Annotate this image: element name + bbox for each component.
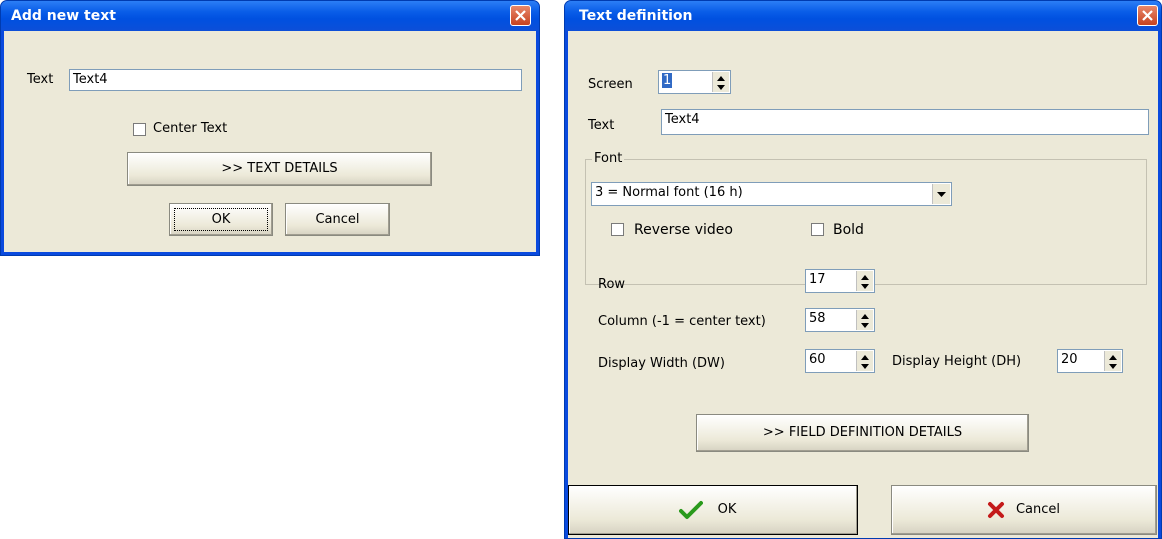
field-definition-details-label: >> FIELD DEFINITION DETAILS bbox=[762, 425, 963, 440]
ok-button[interactable]: OK bbox=[568, 485, 858, 535]
reverse-video-checkbox[interactable] bbox=[611, 223, 624, 236]
font-select-value: 3 = Normal font (16 h) bbox=[595, 185, 743, 200]
text-definition-title: Text definition bbox=[579, 8, 693, 24]
spinner-arrows-icon bbox=[717, 76, 725, 90]
add-text-dialog: Add new text Text Text4 Center Text >> T… bbox=[0, 0, 540, 256]
close-icon bbox=[515, 10, 526, 21]
font-group-label: Font bbox=[592, 151, 625, 166]
text-input[interactable]: Text4 bbox=[69, 69, 522, 91]
x-icon bbox=[988, 502, 1004, 518]
spinner-arrows-icon bbox=[861, 314, 869, 328]
display-width-spinner-arrows[interactable] bbox=[856, 351, 873, 371]
column-label: Column (-1 = center text) bbox=[598, 314, 766, 329]
screen-label: Screen bbox=[588, 77, 633, 92]
cancel-label: Cancel bbox=[1015, 502, 1061, 517]
display-width-value: 60 bbox=[809, 352, 826, 367]
text-label: Text bbox=[27, 72, 54, 87]
spinner-arrows-icon bbox=[861, 275, 869, 289]
text-definition-body: Screen 1 Text Text4 Font 3 = Normal font… bbox=[568, 31, 1158, 538]
check-icon bbox=[679, 501, 703, 519]
text-input[interactable]: Text4 bbox=[661, 109, 1149, 135]
add-text-close-button[interactable] bbox=[510, 5, 531, 26]
add-text-body: Text Text4 Center Text >> TEXT DETAILS O… bbox=[4, 31, 536, 252]
column-spinner-arrows[interactable] bbox=[856, 310, 873, 330]
center-text-checkbox[interactable] bbox=[133, 123, 146, 136]
column-value: 58 bbox=[809, 311, 826, 326]
close-icon bbox=[1142, 10, 1153, 21]
row-value: 17 bbox=[809, 272, 826, 287]
row-label: Row bbox=[598, 277, 626, 292]
font-select[interactable]: 3 = Normal font (16 h) bbox=[591, 182, 952, 206]
screen-spinner-arrows[interactable] bbox=[712, 72, 729, 92]
bold-checkbox[interactable] bbox=[811, 223, 824, 236]
display-height-value: 20 bbox=[1061, 352, 1078, 367]
display-height-label: Display Height (DH) bbox=[892, 354, 1022, 369]
ok-label: OK bbox=[211, 212, 231, 227]
text-definition-titlebar[interactable]: Text definition bbox=[565, 1, 1161, 31]
cancel-button[interactable]: Cancel bbox=[285, 203, 390, 236]
row-spinner[interactable]: 17 bbox=[805, 269, 875, 293]
text-label: Text bbox=[588, 118, 615, 133]
display-height-spinner[interactable]: 20 bbox=[1057, 349, 1123, 373]
spinner-arrows-icon bbox=[1109, 355, 1117, 369]
cancel-label: Cancel bbox=[315, 212, 360, 227]
screen-value: 1 bbox=[662, 73, 673, 88]
row-spinner-arrows[interactable] bbox=[856, 271, 873, 291]
ok-label: OK bbox=[717, 502, 737, 517]
cancel-button[interactable]: Cancel bbox=[891, 485, 1157, 535]
add-text-title: Add new text bbox=[11, 8, 116, 24]
text-details-button[interactable]: >> TEXT DETAILS bbox=[127, 152, 432, 186]
display-height-spinner-arrows[interactable] bbox=[1104, 351, 1121, 371]
display-width-spinner[interactable]: 60 bbox=[805, 349, 875, 373]
text-definition-dialog: Text definition Screen 1 Text Text4 Font… bbox=[564, 0, 1162, 539]
font-dropdown-button[interactable] bbox=[932, 184, 950, 204]
text-details-label: >> TEXT DETAILS bbox=[221, 161, 338, 176]
add-text-titlebar[interactable]: Add new text bbox=[1, 1, 539, 31]
field-definition-details-button[interactable]: >> FIELD DEFINITION DETAILS bbox=[696, 414, 1029, 452]
spinner-arrows-icon bbox=[861, 355, 869, 369]
screen-spinner[interactable]: 1 bbox=[658, 70, 731, 94]
text-definition-close-button[interactable] bbox=[1137, 5, 1158, 26]
display-width-label: Display Width (DW) bbox=[598, 356, 725, 371]
ok-button[interactable]: OK bbox=[169, 203, 273, 236]
reverse-video-label: Reverse video bbox=[634, 222, 733, 238]
center-text-label: Center Text bbox=[153, 121, 228, 136]
bold-label: Bold bbox=[833, 222, 864, 238]
column-spinner[interactable]: 58 bbox=[805, 308, 875, 332]
chevron-down-icon bbox=[937, 192, 946, 197]
